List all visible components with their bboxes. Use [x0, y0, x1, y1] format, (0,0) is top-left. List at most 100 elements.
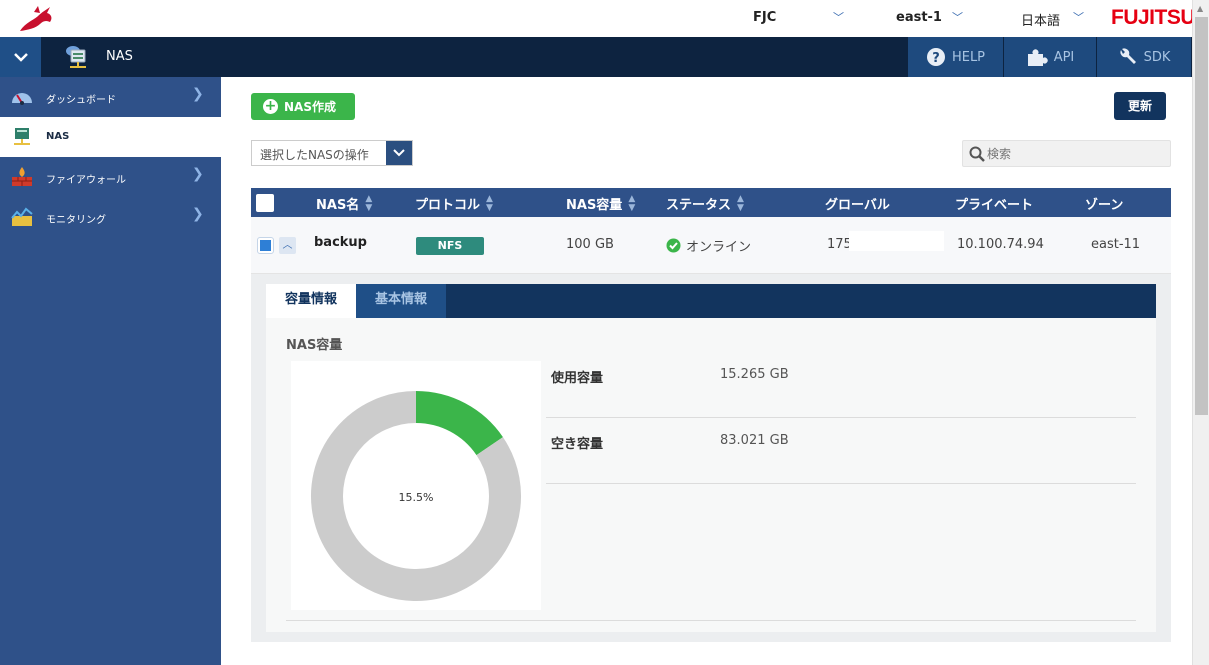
create-nas-label: NAS作成	[284, 100, 336, 114]
column-header-protocol[interactable]: プロトコル ▲ ▼	[415, 194, 493, 213]
sidebar-item-label: ファイアウォール	[46, 175, 126, 186]
divider	[286, 620, 1136, 621]
tab-capacity-info[interactable]: 容量情報	[266, 284, 356, 318]
select-all-checkbox[interactable]	[256, 194, 274, 212]
plus-circle-icon: +	[263, 98, 278, 114]
menu-toggle-button[interactable]	[0, 37, 41, 77]
column-header-zone: ゾーン	[1085, 194, 1123, 213]
used-capacity-label: 使用容量	[551, 371, 604, 386]
nas-capacity: 100 GB	[566, 237, 614, 252]
capacity-panel: NAS容量 15.5% 使用容量 15.265 GB 空き容量 83.021 G…	[266, 318, 1156, 632]
chevron-down-icon[interactable]: ﹀	[952, 9, 963, 25]
k5-logo-icon[interactable]	[16, 4, 56, 34]
free-capacity-value: 83.021 GB	[720, 433, 789, 448]
firewall-icon	[12, 167, 32, 186]
operation-select-value: 選択したNASの操作	[260, 148, 369, 162]
vertical-scrollbar[interactable]: ▲	[1192, 0, 1209, 665]
column-header-name[interactable]: NAS名 ▲ ▼	[316, 194, 372, 213]
donut-chart: 15.5%	[311, 391, 521, 601]
free-capacity-label: 空き容量	[551, 437, 604, 452]
column-header-status[interactable]: ステータス ▲ ▼	[666, 194, 744, 213]
section-title: NAS容量	[286, 338, 343, 353]
donut-center-label: 15.5%	[399, 491, 434, 504]
search-input[interactable]	[987, 145, 1167, 163]
sidebar-item-label: ダッシュボード	[46, 95, 116, 106]
svg-text:?: ?	[932, 51, 940, 66]
zone: east-11	[1091, 237, 1141, 252]
chevron-right-icon: ❯	[192, 166, 204, 182]
column-header-label: グローバル	[825, 198, 890, 213]
sidebar-item-dashboard[interactable]: ダッシュボード ❯	[0, 77, 221, 117]
chevron-up-icon[interactable]: ︿	[279, 237, 296, 254]
nas-name: backup	[314, 235, 367, 250]
column-header-label: NAS名	[316, 198, 360, 213]
nas-icon	[66, 46, 86, 68]
check-circle-icon	[666, 238, 681, 253]
puzzle-icon	[1027, 49, 1048, 66]
api-button[interactable]: API	[1003, 37, 1096, 77]
api-label: API	[1053, 49, 1075, 65]
scrollbar-thumb[interactable]	[1195, 17, 1208, 415]
used-capacity-value: 15.265 GB	[720, 367, 789, 382]
used-capacity-row: 使用容量 15.265 GB	[546, 352, 1136, 418]
fujitsu-logo: FUJITSU	[1111, 6, 1196, 29]
sidebar-item-label: モニタリング	[46, 215, 106, 226]
detail-tabs: 容量情報 基本情報	[266, 284, 1156, 318]
top-bar: FJC ﹀ east-1 ﹀ 日本語 ﹀ FUJITSU	[0, 0, 1196, 37]
row-detail-panel: 容量情報 基本情報 NAS容量 15.5% 使用容量 15.265 GB 空き容…	[251, 274, 1171, 642]
sort-icon: ▲ ▼	[628, 193, 636, 213]
column-header-label: ゾーン	[1085, 198, 1124, 213]
status-label: オンライン	[686, 240, 752, 255]
chevron-down-icon[interactable]: ﹀	[1073, 9, 1084, 25]
nav-bar: NAS ? HELP API SDK	[0, 37, 1192, 77]
sort-icon: ▲ ▼	[737, 193, 744, 213]
search-box	[962, 140, 1171, 167]
speedometer-icon	[12, 93, 32, 105]
region-selector[interactable]: east-1	[896, 10, 942, 25]
column-header-label: NAS容量	[566, 198, 623, 213]
operation-select[interactable]: 選択したNASの操作	[251, 140, 413, 166]
sort-icon: ▲ ▼	[365, 193, 373, 213]
column-header-global: グローバル	[825, 194, 890, 213]
sidebar-item-nas[interactable]: NAS	[0, 117, 221, 157]
org-selector[interactable]: FJC	[753, 10, 776, 25]
wrench-icon	[1120, 48, 1136, 64]
protocol-badge: NFS	[416, 237, 484, 255]
page-title: NAS	[106, 49, 133, 64]
language-selector[interactable]: 日本語	[1021, 10, 1060, 29]
search-icon	[969, 146, 985, 162]
sidebar: ダッシュボード ❯ NAS ファイアウォール ❯ モニタリング ❯	[0, 77, 221, 665]
column-header-label: プライベート	[955, 198, 1034, 213]
help-label: HELP	[951, 49, 986, 65]
monitoring-icon	[11, 207, 33, 226]
column-header-capacity[interactable]: NAS容量 ▲ ▼	[566, 194, 635, 213]
table-header: NAS名 ▲ ▼ プロトコル ▲ ▼ NAS容量 ▲ ▼ ステータス ▲ ▼ グローバル…	[251, 188, 1171, 217]
private-ip: 10.100.74.94	[957, 237, 1044, 252]
chevron-down-icon[interactable]	[386, 141, 412, 165]
question-circle-icon: ?	[926, 48, 945, 66]
free-capacity-row: 空き容量 83.021 GB	[546, 418, 1136, 484]
chevron-right-icon: ❯	[192, 206, 204, 222]
sidebar-item-label: NAS	[46, 131, 70, 142]
sort-icon: ▲ ▼	[486, 193, 493, 213]
donut-slice-0	[415, 391, 503, 456]
create-nas-button[interactable]: + NAS作成	[251, 93, 355, 120]
sidebar-item-monitoring[interactable]: モニタリング ❯	[0, 197, 221, 237]
scroll-up-icon[interactable]: ▲	[1197, 4, 1203, 13]
chevron-down-icon	[13, 53, 28, 62]
column-header-label: ステータス	[666, 198, 732, 213]
column-header-label: プロトコル	[415, 198, 481, 213]
refresh-button[interactable]: 更新	[1114, 92, 1166, 120]
capacity-chart: 15.5%	[291, 361, 541, 610]
help-button[interactable]: ? HELP	[907, 37, 1003, 77]
column-header-private: プライベート	[955, 194, 1033, 213]
tab-basic-info[interactable]: 基本情報	[356, 284, 446, 318]
table-row[interactable]: ︿ backup NFS 100 GB オンライン 175. 10.100.74…	[251, 217, 1171, 274]
sdk-label: SDK	[1143, 49, 1171, 65]
nas-status: オンライン	[666, 236, 751, 255]
chevron-down-icon[interactable]: ﹀	[833, 9, 844, 25]
redaction-mask	[849, 231, 944, 251]
row-checkbox[interactable]	[257, 237, 274, 254]
sidebar-item-firewall[interactable]: ファイアウォール ❯	[0, 157, 221, 197]
sdk-button[interactable]: SDK	[1096, 37, 1191, 77]
